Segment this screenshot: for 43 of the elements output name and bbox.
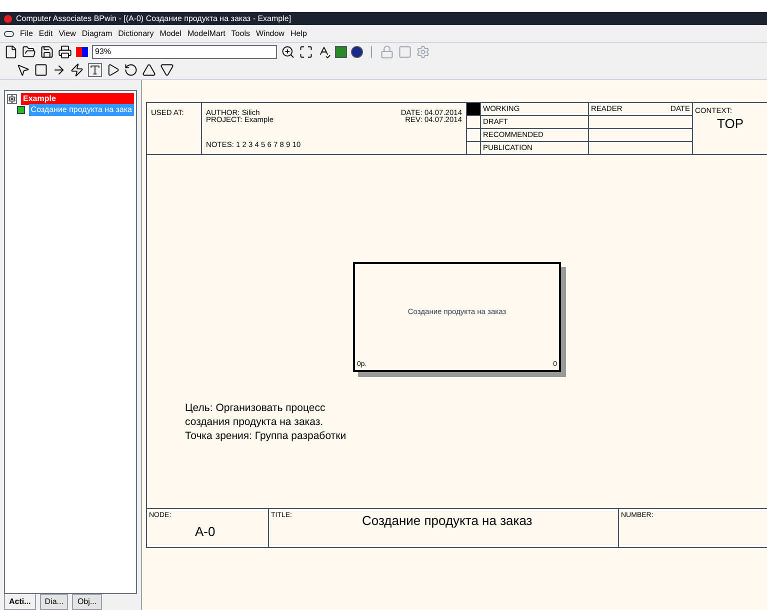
panel-tab[interactable]: Dia...: [40, 594, 68, 610]
spell-check-icon[interactable]: [317, 45, 331, 59]
diagram-title: Создание продукта на заказ: [362, 512, 532, 530]
pointer-icon[interactable]: [16, 63, 30, 77]
window-title: Computer Associates BPwin - [(A-0) Создание продукта на заказ - Example]: [16, 12, 292, 24]
menu-item[interactable]: Diagram: [82, 28, 112, 40]
color-icon[interactable]: [76, 47, 88, 57]
menu-item[interactable]: Model: [160, 28, 182, 40]
menu-item[interactable]: Window: [256, 28, 284, 40]
context-value: TOP: [716, 115, 744, 134]
menu-item[interactable]: Tools: [231, 28, 250, 40]
play-icon[interactable]: [106, 63, 120, 77]
note-line: Цель: Организовать процесс: [185, 401, 326, 415]
printer-icon[interactable]: [58, 45, 72, 59]
note-line: создания продукта на заказ.: [185, 415, 324, 429]
new-file-icon[interactable]: [4, 45, 18, 59]
activity-icon: [17, 106, 25, 114]
folder-icon[interactable]: [22, 45, 36, 59]
text-tool-icon[interactable]: [88, 63, 102, 77]
panel-tab[interactable]: Acti...: [4, 594, 36, 610]
up-triangle-icon[interactable]: [142, 63, 156, 77]
down-triangle-icon[interactable]: [160, 63, 174, 77]
menu-item[interactable]: Dictionary: [118, 28, 154, 40]
fit-icon[interactable]: [299, 45, 313, 59]
node-value: A-0: [194, 522, 216, 540]
menu-item[interactable]: File: [20, 28, 33, 40]
app-icon: [4, 14, 12, 22]
tree-item[interactable]: Example: [21, 92, 134, 104]
menu-item[interactable]: Help: [290, 28, 307, 40]
box-icon[interactable]: [34, 63, 48, 77]
menu-item[interactable]: Edit: [38, 28, 53, 40]
panel-tab[interactable]: Obj...: [72, 594, 102, 610]
menu-item[interactable]: ModelMart: [188, 28, 226, 40]
squiggle-icon[interactable]: [70, 63, 84, 77]
note-line: Точка зрения: Группа разработки: [185, 429, 346, 443]
globe-icon[interactable]: [351, 46, 363, 58]
menu-item[interactable]: View: [58, 28, 76, 40]
gear-icon: [7, 94, 17, 104]
rotate-icon[interactable]: [124, 63, 138, 77]
arrow-icon[interactable]: [52, 63, 66, 77]
zoom-combo[interactable]: 93%: [92, 45, 277, 59]
zoom-icon[interactable]: [281, 45, 295, 59]
save-icon[interactable]: [40, 45, 54, 59]
